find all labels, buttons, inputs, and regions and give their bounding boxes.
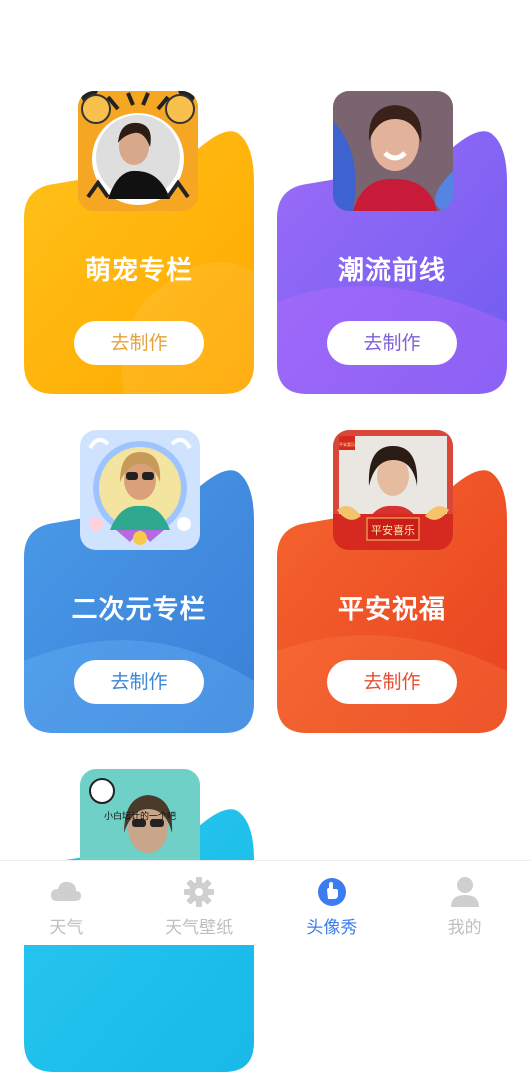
category-card-pets[interactable]: 萌宠专栏 去制作 <box>24 91 254 394</box>
sketch-text: 小白坛计的一个吧 <box>104 810 176 822</box>
nav-label: 天气壁纸 <box>165 918 234 938</box>
make-button[interactable]: 去制作 <box>74 660 204 704</box>
nav-label: 天气 <box>49 918 84 938</box>
nav-label: 头像秀 <box>306 918 358 938</box>
category-card-anime[interactable]: 二次元专栏 去制作 <box>24 430 254 733</box>
make-button[interactable]: 去制作 <box>327 660 457 704</box>
card-title: 二次元专栏 <box>71 595 207 625</box>
nav-item-mine[interactable]: 我的 <box>398 861 531 945</box>
user-icon <box>450 877 479 907</box>
hand-icon <box>317 878 346 906</box>
avatar-tiger-frame <box>78 91 198 211</box>
banner-text: 平安喜乐 <box>371 523 415 537</box>
nav-item-avatar-show[interactable]: 头像秀 <box>266 861 399 945</box>
corner-text: 平安喜乐 <box>339 441 355 447</box>
nav-item-weather[interactable]: 天气 <box>0 861 133 945</box>
bottom-nav: 天气 天气壁纸 头像秀 我的 <box>0 860 531 945</box>
make-button[interactable]: 去制作 <box>74 321 204 365</box>
category-card-blessing[interactable]: 平安喜乐 平安喜乐 平安祝福 去制作 <box>277 430 507 733</box>
avatar-blessing-frame: 平安喜乐 平安喜乐 <box>333 430 453 550</box>
nav-item-wallpaper[interactable]: 天气壁纸 <box>133 861 266 945</box>
card-title: 潮流前线 <box>337 256 446 286</box>
cloud-icon <box>51 881 82 901</box>
avatar-anime-frame <box>80 430 200 550</box>
card-title: 萌宠专栏 <box>84 256 193 286</box>
nav-label: 我的 <box>447 918 482 938</box>
make-button[interactable]: 去制作 <box>327 321 457 365</box>
card-title: 平安祝福 <box>337 595 446 625</box>
category-card-trend[interactable]: 潮流前线 去制作 <box>277 91 507 394</box>
gear-icon <box>184 877 215 907</box>
avatar-trend-frame <box>333 91 453 211</box>
